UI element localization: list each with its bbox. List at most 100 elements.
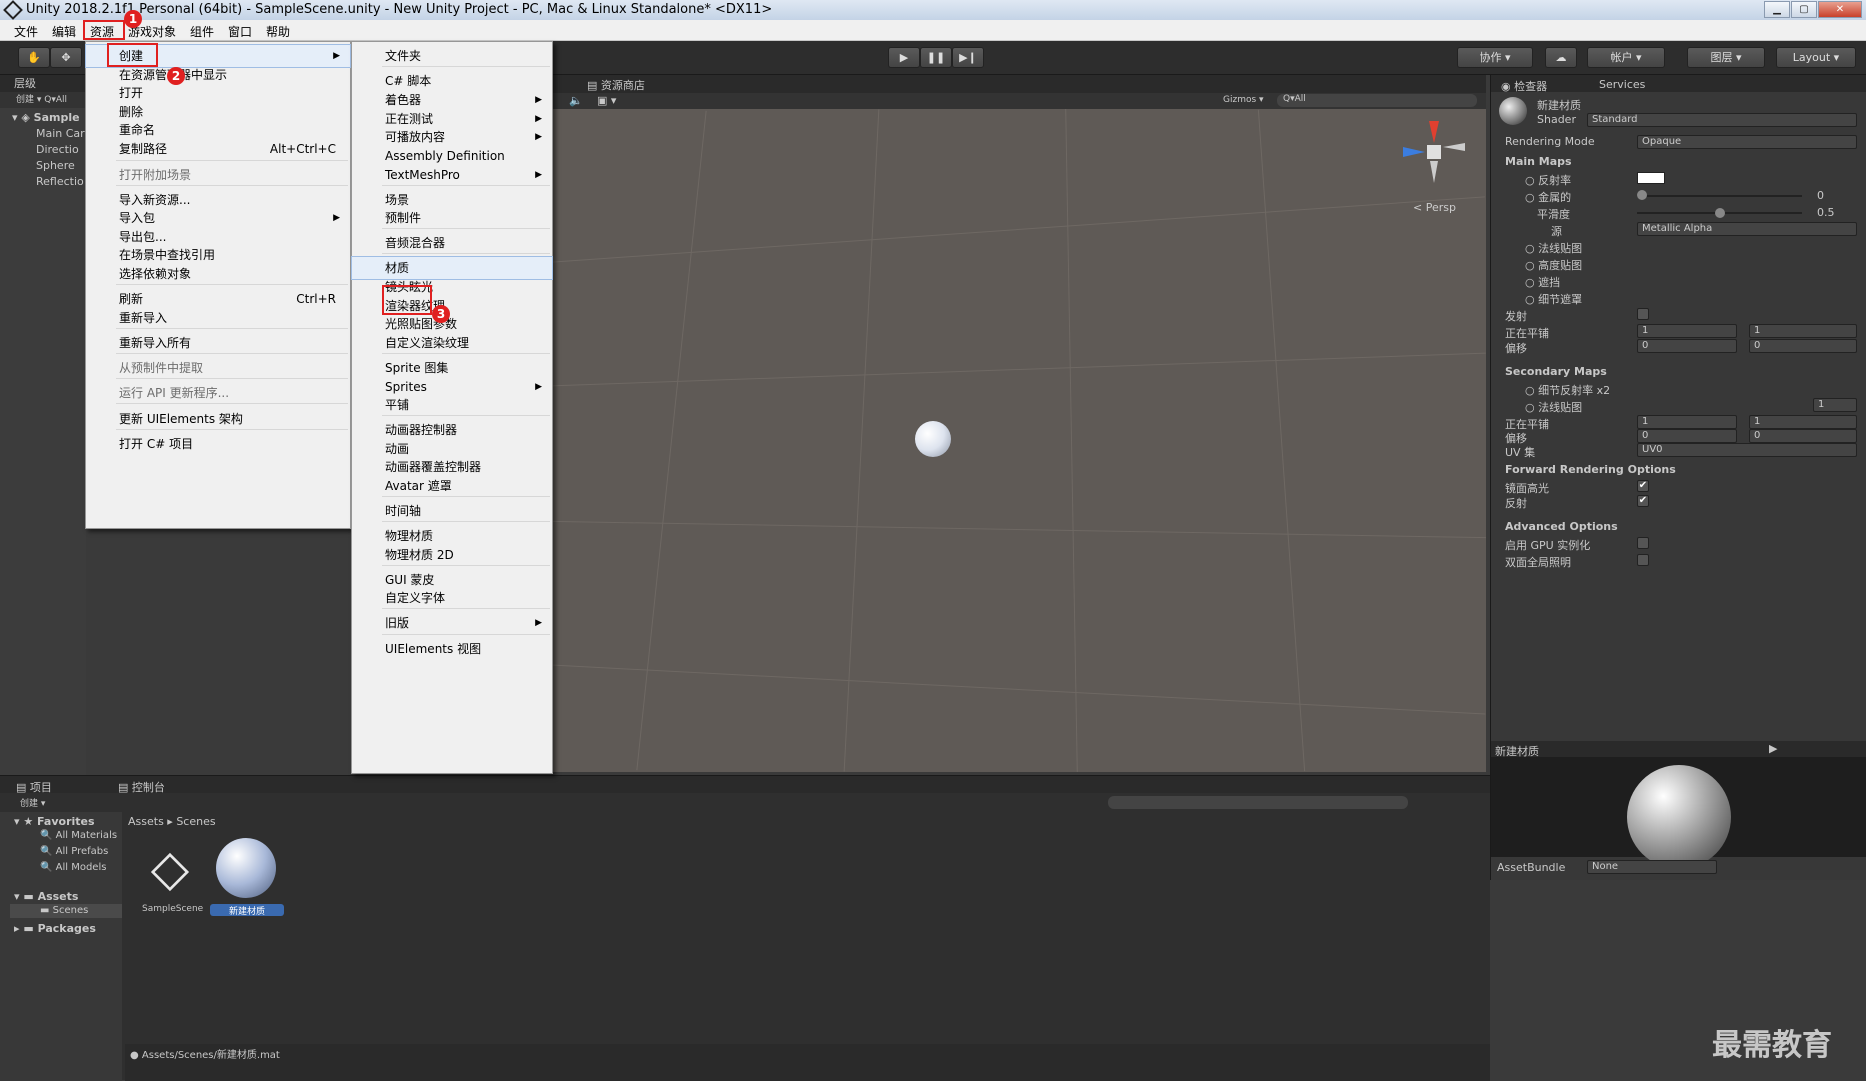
shader-dropdown[interactable]: Standard bbox=[1587, 113, 1857, 127]
material-preview[interactable] bbox=[1491, 757, 1866, 869]
tiling-y-field[interactable]: 1 bbox=[1749, 324, 1857, 338]
create-menu-item-21[interactable]: Avatar 遮罩 bbox=[352, 475, 552, 497]
maximize-icon[interactable]: ▢ bbox=[1791, 1, 1817, 18]
close-icon[interactable]: ✕ bbox=[1818, 1, 1862, 18]
file-new-material[interactable]: 新建材质 bbox=[210, 904, 284, 917]
assets-folder[interactable]: ▾ ▬ Assets bbox=[14, 890, 78, 903]
albedo-color-swatch[interactable] bbox=[1637, 172, 1665, 184]
create-menu-item-27[interactable]: 旧版 ▶ bbox=[352, 612, 552, 634]
create-menu-item-24[interactable]: 物理材质 2D bbox=[352, 544, 552, 566]
rendering-mode-dropdown[interactable]: Opaque bbox=[1637, 135, 1857, 149]
assets-menu-item-14[interactable]: 重新导入所有 bbox=[86, 332, 350, 354]
preview-play-icon[interactable]: ▶ bbox=[1769, 742, 1777, 755]
cloud-icon[interactable]: ☁ bbox=[1545, 47, 1577, 68]
sphere-object[interactable] bbox=[915, 421, 951, 457]
menu-window[interactable]: 窗口 bbox=[228, 23, 252, 40]
gizmos-dropdown[interactable]: Gizmos ▾ bbox=[1223, 95, 1264, 105]
offset-x-field[interactable]: 0 bbox=[1637, 339, 1737, 353]
tiling2-x-field[interactable]: 1 bbox=[1637, 415, 1737, 429]
emission-checkbox[interactable] bbox=[1637, 308, 1649, 320]
create-menu-item-28[interactable]: UIElements 视图 bbox=[352, 638, 552, 660]
audio-icon[interactable]: 🔈 bbox=[569, 94, 583, 107]
tiling2-y-field[interactable]: 1 bbox=[1749, 415, 1857, 429]
menu-component[interactable]: 组件 bbox=[190, 23, 214, 40]
offset-y-field[interactable]: 0 bbox=[1749, 339, 1857, 353]
project-breadcrumb[interactable]: Assets ▸ Scenes bbox=[128, 815, 216, 828]
smoothness-value[interactable]: 0.5 bbox=[1817, 206, 1835, 219]
project-create[interactable]: 创建 ▾ bbox=[20, 796, 45, 809]
tiling-x-field[interactable]: 1 bbox=[1637, 324, 1737, 338]
assets-menu-item-18[interactable]: 打开 C# 项目 bbox=[86, 433, 350, 455]
reflections-checkbox[interactable]: ✔ bbox=[1637, 495, 1649, 507]
hierarchy-create[interactable]: 创建 ▾ Q▾All bbox=[0, 92, 86, 108]
pause-icon[interactable]: ❚❚ bbox=[920, 47, 952, 68]
smoothness-slider-handle[interactable] bbox=[1714, 208, 1725, 218]
file-samplescene[interactable]: SampleScene bbox=[142, 904, 203, 914]
uv-set-dropdown[interactable]: UV0 bbox=[1637, 443, 1857, 457]
hierarchy-item[interactable]: Directio bbox=[36, 143, 79, 156]
hierarchy-tab[interactable]: 层级 bbox=[0, 75, 86, 92]
metallic-value[interactable]: 0 bbox=[1817, 189, 1824, 202]
image-effects-icon[interactable]: ▣ ▾ bbox=[597, 94, 616, 107]
create-menu-item-22[interactable]: 时间轴 bbox=[352, 500, 552, 522]
menu-help[interactable]: 帮助 bbox=[266, 23, 290, 40]
offset2-x-field[interactable]: 0 bbox=[1637, 429, 1737, 443]
create-menu-item-9[interactable]: 音频混合器 bbox=[352, 232, 552, 254]
minimize-icon[interactable]: ▁ bbox=[1764, 1, 1790, 18]
create-menu-item-6[interactable]: TextMeshPro ▶ bbox=[352, 164, 552, 186]
create-menu-item-17[interactable]: 平铺 bbox=[352, 394, 552, 416]
console-tab[interactable]: ▤ 控制台 bbox=[118, 779, 165, 795]
account-button[interactable]: 帐户 ▾ bbox=[1587, 47, 1665, 68]
scene-viewport[interactable]: < Persp bbox=[551, 109, 1486, 772]
assets-menu-item-15[interactable]: 从预制件中提取 bbox=[86, 357, 350, 379]
layers-button[interactable]: 图层 ▾ bbox=[1687, 47, 1765, 68]
favorites-item[interactable]: ▾ ★ Favorites bbox=[14, 815, 95, 828]
scenes-folder[interactable]: ▬ Scenes bbox=[40, 905, 88, 916]
double-sided-gi-checkbox[interactable] bbox=[1637, 554, 1649, 566]
assetbundle-dropdown[interactable]: None bbox=[1587, 860, 1717, 874]
create-menu-item-14[interactable]: 自定义渲染纹理 bbox=[352, 332, 552, 354]
metallic-slider-handle[interactable] bbox=[1637, 190, 1647, 200]
fav-all-prefabs[interactable]: 🔍 All Prefabs bbox=[40, 846, 108, 857]
create-menu-item-26[interactable]: 自定义字体 bbox=[352, 587, 552, 609]
metallic-slider[interactable] bbox=[1637, 195, 1802, 197]
scene-root-item[interactable]: ▾ ◈ Sample bbox=[12, 111, 80, 124]
step-icon[interactable]: ▶❙ bbox=[952, 47, 984, 68]
unity-scene-icon[interactable]: ◇ bbox=[140, 838, 200, 898]
assets-menu-item-6[interactable]: 打开附加场景 bbox=[86, 164, 350, 186]
hierarchy-item[interactable]: Sphere bbox=[36, 159, 75, 172]
hierarchy-item[interactable]: Main Car bbox=[36, 127, 85, 140]
specular-checkbox[interactable]: ✔ bbox=[1637, 480, 1649, 492]
breadcrumb-scenes[interactable]: Scenes bbox=[176, 815, 215, 828]
collab-button[interactable]: 协作 ▾ bbox=[1457, 47, 1533, 68]
gpu-instancing-checkbox[interactable] bbox=[1637, 537, 1649, 549]
scene-gizmo[interactable] bbox=[1399, 117, 1469, 187]
play-icon[interactable]: ▶ bbox=[888, 47, 920, 68]
hierarchy-search[interactable]: Q▾All bbox=[44, 95, 67, 105]
menu-file[interactable]: 文件 bbox=[14, 23, 38, 40]
hand-tool-icon[interactable]: ✋ bbox=[18, 47, 50, 68]
packages-folder[interactable]: ▸ ▬ Packages bbox=[14, 922, 96, 935]
create-menu-item-8[interactable]: 预制件 bbox=[352, 207, 552, 229]
normal-map2-field[interactable]: 1 bbox=[1813, 398, 1857, 412]
smoothness-slider[interactable] bbox=[1637, 208, 1802, 218]
assets-menu-item-11[interactable]: 选择依赖对象 bbox=[86, 263, 350, 285]
hierarchy-item[interactable]: Reflectio bbox=[36, 175, 84, 188]
fav-all-models[interactable]: 🔍 All Models bbox=[40, 862, 106, 873]
inspector-tab[interactable]: ◉ 检查器 bbox=[1501, 78, 1547, 94]
material-file-icon[interactable] bbox=[216, 838, 276, 898]
project-search-input[interactable] bbox=[1108, 796, 1408, 809]
source-dropdown[interactable]: Metallic Alpha bbox=[1637, 222, 1857, 236]
layout-button[interactable]: Layout ▾ bbox=[1776, 47, 1856, 68]
fav-all-materials[interactable]: 🔍 All Materials bbox=[40, 830, 117, 841]
offset2-y-field[interactable]: 0 bbox=[1749, 429, 1857, 443]
persp-label[interactable]: < Persp bbox=[1413, 201, 1456, 214]
assets-menu-item-16[interactable]: 运行 API 更新程序... bbox=[86, 382, 350, 404]
scene-search-input[interactable]: Q▾All bbox=[1277, 94, 1477, 107]
create-menu-item-0[interactable]: 文件夹 bbox=[352, 45, 552, 67]
move-tool-icon[interactable]: ✥ bbox=[50, 47, 82, 68]
breadcrumb-assets[interactable]: Assets bbox=[128, 815, 164, 828]
assets-menu-item-17[interactable]: 更新 UIElements 架构 bbox=[86, 408, 350, 430]
services-tab[interactable]: Services bbox=[1599, 78, 1645, 91]
assets-menu-item-13[interactable]: 重新导入 bbox=[86, 307, 350, 329]
